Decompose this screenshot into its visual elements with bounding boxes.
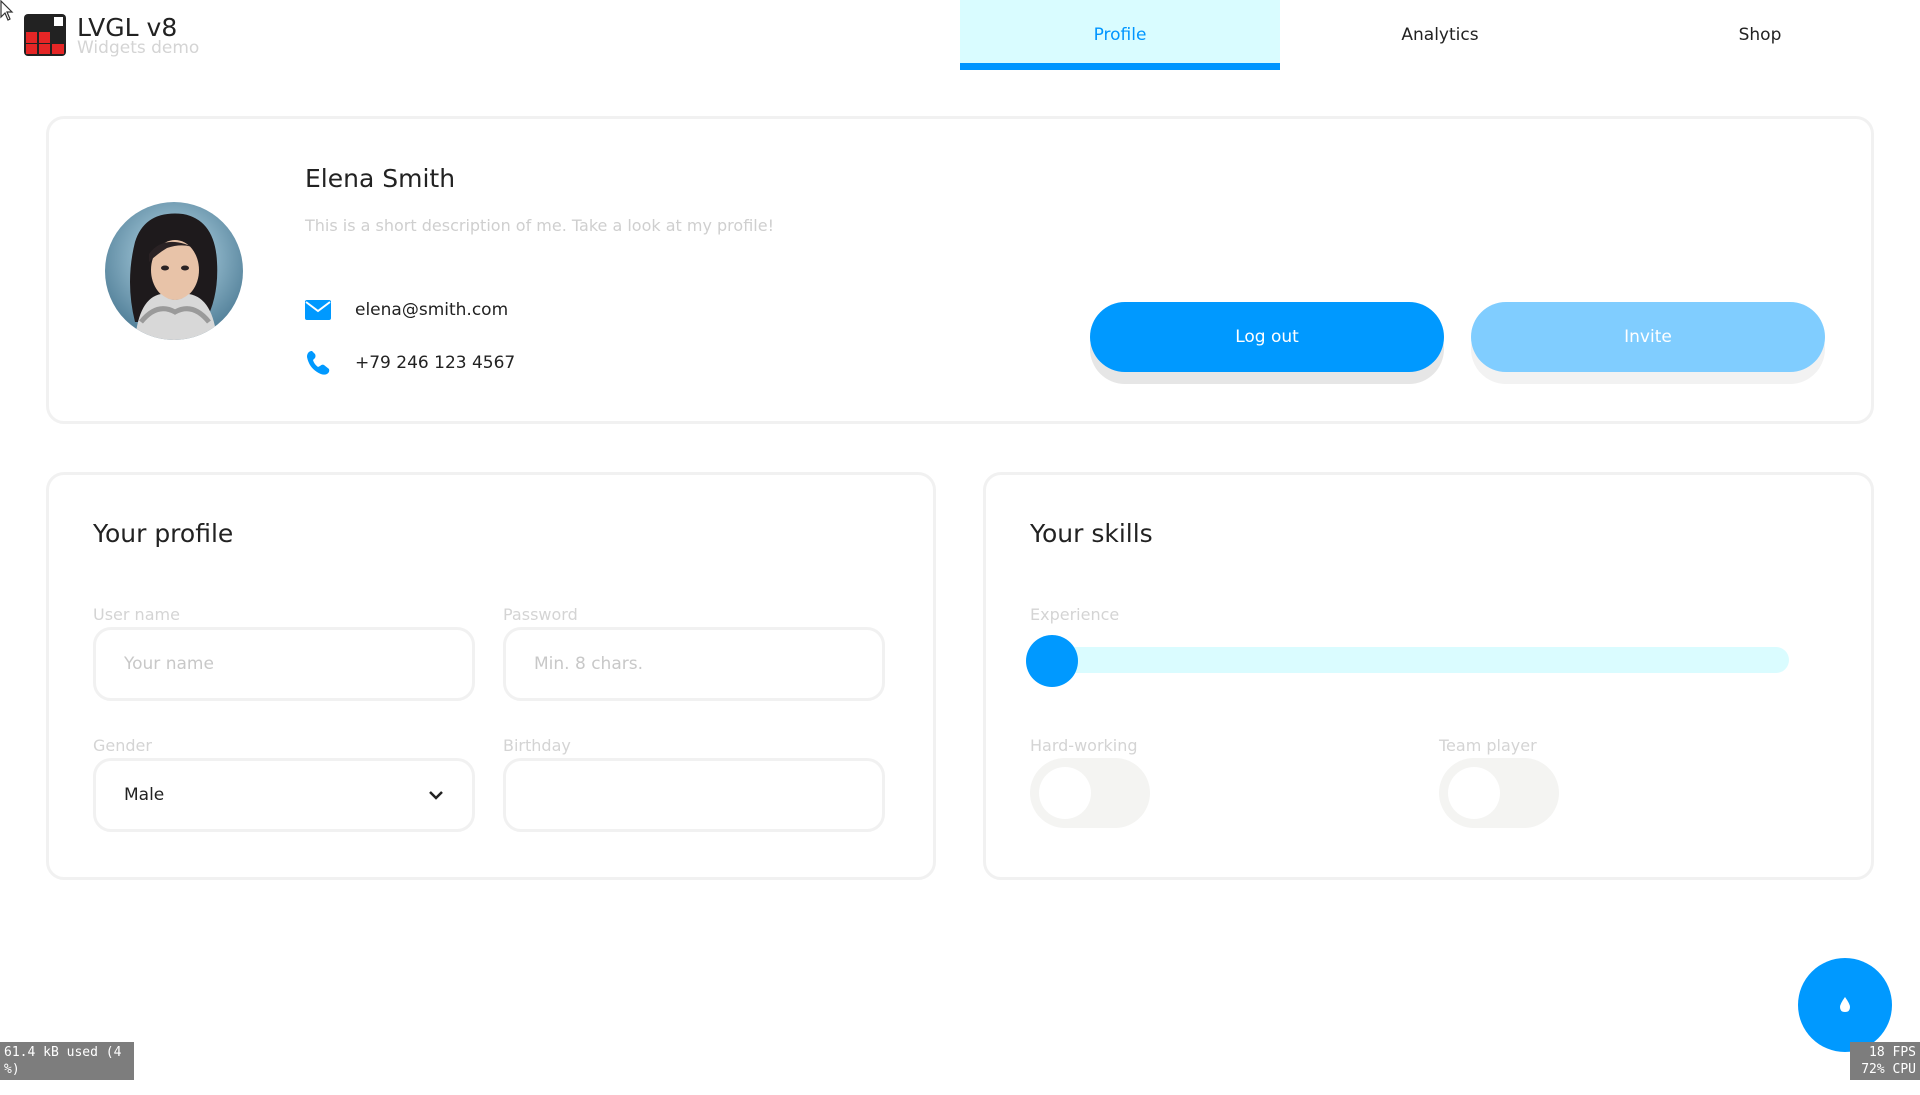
username-label: User name [93, 605, 180, 624]
hardworking-switch-knob [1039, 767, 1091, 819]
gender-label: Gender [93, 736, 152, 755]
teamplayer-label: Team player [1439, 736, 1537, 755]
password-placeholder: Min. 8 chars. [534, 654, 643, 674]
password-label: Password [503, 605, 578, 624]
phone-icon [305, 350, 331, 376]
memory-monitor: 61.4 kB used (4 %) 1% frag. [0, 1042, 134, 1094]
tab-bar: Profile Analytics Shop [960, 0, 1920, 70]
username-placeholder: Your name [124, 654, 214, 674]
your-skills-card: Your skills Experience Hard-working Team… [983, 472, 1874, 880]
logout-button[interactable]: Log out [1090, 302, 1444, 372]
gender-value: Male [124, 785, 165, 805]
user-name: Elena Smith [305, 164, 456, 193]
performance-monitor: 18 FPS 72% CPU [1850, 1042, 1920, 1080]
phone-row: +79 246 123 4567 [305, 350, 515, 376]
teamplayer-switch[interactable] [1439, 758, 1559, 828]
your-profile-card: Your profile User name Your name Passwor… [46, 472, 936, 880]
email-row: elena@smith.com [305, 297, 508, 323]
tab-shop[interactable]: Shop [1600, 0, 1920, 70]
birthday-input[interactable] [503, 758, 885, 832]
tab-profile[interactable]: Profile [960, 0, 1280, 70]
experience-slider-knob[interactable] [1026, 635, 1078, 687]
envelope-icon [305, 297, 331, 323]
invite-button[interactable]: Invite [1471, 302, 1825, 372]
teamplayer-switch-knob [1448, 767, 1500, 819]
chevron-down-icon [429, 791, 443, 800]
user-description: This is a short description of me. Take … [305, 216, 774, 235]
theme-fab-button[interactable] [1798, 958, 1892, 1052]
profile-card: Elena Smith This is a short description … [46, 116, 1874, 424]
phone-text: +79 246 123 4567 [355, 353, 516, 373]
fps-text: 18 FPS [1869, 1045, 1916, 1060]
memory-frag-text: 1% frag. [4, 1079, 67, 1094]
birthday-label: Birthday [503, 736, 571, 755]
brand-subtitle: Widgets demo [77, 38, 200, 58]
experience-label: Experience [1030, 605, 1120, 624]
password-input[interactable]: Min. 8 chars. [503, 627, 885, 701]
water-drop-icon [1840, 997, 1850, 1012]
your-profile-title: Your profile [93, 519, 234, 548]
your-skills-title: Your skills [1030, 519, 1153, 548]
experience-slider-track[interactable] [1051, 647, 1789, 673]
tab-analytics[interactable]: Analytics [1280, 0, 1600, 70]
mouse-cursor-icon [0, 0, 14, 21]
lvgl-logo-icon [24, 14, 66, 56]
memory-used-text: 61.4 kB used (4 %) [4, 1045, 122, 1077]
username-input[interactable]: Your name [93, 627, 475, 701]
email-text: elena@smith.com [355, 300, 509, 320]
hardworking-switch[interactable] [1030, 758, 1150, 828]
cpu-text: 72% CPU [1861, 1062, 1916, 1077]
hardworking-label: Hard-working [1030, 736, 1138, 755]
gender-dropdown[interactable]: Male [93, 758, 475, 832]
avatar [105, 202, 243, 340]
